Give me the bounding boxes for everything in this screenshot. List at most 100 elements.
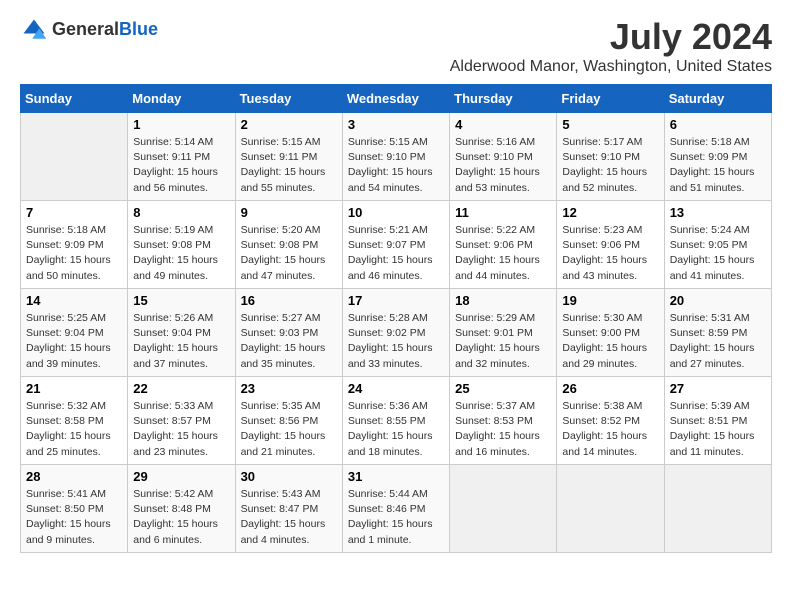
table-row: 20 Sunrise: 5:31 AMSunset: 8:59 PMDayligh… — [664, 289, 771, 377]
day-info: Sunrise: 5:31 AMSunset: 8:59 PMDaylight:… — [670, 311, 766, 372]
header-thursday: Thursday — [450, 85, 557, 113]
calendar-week-row: 1 Sunrise: 5:14 AMSunset: 9:11 PMDaylight… — [21, 113, 772, 201]
day-number: 10 — [348, 205, 444, 220]
logo-general-text: GeneralBlue — [52, 20, 158, 40]
day-number: 17 — [348, 293, 444, 308]
day-info: Sunrise: 5:27 AMSunset: 9:03 PMDaylight:… — [241, 311, 337, 372]
table-row: 28 Sunrise: 5:41 AMSunset: 8:50 PMDayligh… — [21, 465, 128, 553]
table-row: 11Sunrise: 5:22 AMSunset: 9:06 PMDayligh… — [450, 201, 557, 289]
day-info: Sunrise: 5:43 AMSunset: 8:47 PMDaylight:… — [241, 487, 337, 548]
table-row: 8Sunrise: 5:19 AMSunset: 9:08 PMDaylight… — [128, 201, 235, 289]
table-row: 22 Sunrise: 5:33 AMSunset: 8:57 PMDayligh… — [128, 377, 235, 465]
table-row: 18 Sunrise: 5:29 AMSunset: 9:01 PMDayligh… — [450, 289, 557, 377]
day-info: Sunrise: 5:36 AMSunset: 8:55 PMDaylight:… — [348, 399, 444, 460]
day-info: Sunrise: 5:38 AMSunset: 8:52 PMDaylight:… — [562, 399, 658, 460]
calendar-table: Sunday Monday Tuesday Wednesday Thursday… — [20, 84, 772, 553]
calendar-week-row: 14 Sunrise: 5:25 AMSunset: 9:04 PMDayligh… — [21, 289, 772, 377]
table-row: 19 Sunrise: 5:30 AMSunset: 9:00 PMDayligh… — [557, 289, 664, 377]
header-tuesday: Tuesday — [235, 85, 342, 113]
header-sunday: Sunday — [21, 85, 128, 113]
day-info: Sunrise: 5:15 AMSunset: 9:10 PMDaylight:… — [348, 135, 444, 196]
day-info: Sunrise: 5:24 AMSunset: 9:05 PMDaylight:… — [670, 223, 766, 284]
table-row — [21, 113, 128, 201]
day-number: 12 — [562, 205, 658, 220]
day-info: Sunrise: 5:14 AMSunset: 9:11 PMDaylight:… — [133, 135, 229, 196]
day-number: 27 — [670, 381, 766, 396]
day-number: 31 — [348, 469, 444, 484]
table-row: 9 Sunrise: 5:20 AMSunset: 9:08 PMDaylight… — [235, 201, 342, 289]
table-row: 21 Sunrise: 5:32 AMSunset: 8:58 PMDayligh… — [21, 377, 128, 465]
header-friday: Friday — [557, 85, 664, 113]
day-info: Sunrise: 5:44 AMSunset: 8:46 PMDaylight:… — [348, 487, 444, 548]
table-row: 12Sunrise: 5:23 AMSunset: 9:06 PMDayligh… — [557, 201, 664, 289]
day-info: Sunrise: 5:41 AMSunset: 8:50 PMDaylight:… — [26, 487, 122, 548]
table-row: 29 Sunrise: 5:42 AMSunset: 8:48 PMDayligh… — [128, 465, 235, 553]
day-info: Sunrise: 5:42 AMSunset: 8:48 PMDaylight:… — [133, 487, 229, 548]
table-row: 24 Sunrise: 5:36 AMSunset: 8:55 PMDayligh… — [342, 377, 449, 465]
day-number: 23 — [241, 381, 337, 396]
day-number: 15 — [133, 293, 229, 308]
day-info: Sunrise: 5:15 AMSunset: 9:11 PMDaylight:… — [241, 135, 337, 196]
day-info: Sunrise: 5:17 AMSunset: 9:10 PMDaylight:… — [562, 135, 658, 196]
day-number: 20 — [670, 293, 766, 308]
header-saturday: Saturday — [664, 85, 771, 113]
day-number: 5 — [562, 117, 658, 132]
table-row: 3 Sunrise: 5:15 AMSunset: 9:10 PMDaylight… — [342, 113, 449, 201]
table-row: 2 Sunrise: 5:15 AMSunset: 9:11 PMDaylight… — [235, 113, 342, 201]
day-number: 9 — [241, 205, 337, 220]
day-info: Sunrise: 5:25 AMSunset: 9:04 PMDaylight:… — [26, 311, 122, 372]
calendar-header-row: Sunday Monday Tuesday Wednesday Thursday… — [21, 85, 772, 113]
calendar-week-row: 21 Sunrise: 5:32 AMSunset: 8:58 PMDayligh… — [21, 377, 772, 465]
day-info: Sunrise: 5:21 AMSunset: 9:07 PMDaylight:… — [348, 223, 444, 284]
day-info: Sunrise: 5:28 AMSunset: 9:02 PMDaylight:… — [348, 311, 444, 372]
logo: GeneralBlue — [20, 16, 158, 44]
day-number: 1 — [133, 117, 229, 132]
table-row: 17 Sunrise: 5:28 AMSunset: 9:02 PMDayligh… — [342, 289, 449, 377]
day-info: Sunrise: 5:20 AMSunset: 9:08 PMDaylight:… — [241, 223, 337, 284]
day-number: 2 — [241, 117, 337, 132]
day-number: 24 — [348, 381, 444, 396]
day-info: Sunrise: 5:30 AMSunset: 9:00 PMDaylight:… — [562, 311, 658, 372]
day-number: 18 — [455, 293, 551, 308]
table-row: 26 Sunrise: 5:38 AMSunset: 8:52 PMDayligh… — [557, 377, 664, 465]
table-row: 7 Sunrise: 5:18 AMSunset: 9:09 PMDaylight… — [21, 201, 128, 289]
table-row: 30Sunrise: 5:43 AMSunset: 8:47 PMDayligh… — [235, 465, 342, 553]
day-info: Sunrise: 5:16 AMSunset: 9:10 PMDaylight:… — [455, 135, 551, 196]
day-number: 7 — [26, 205, 122, 220]
day-number: 4 — [455, 117, 551, 132]
table-row: 1 Sunrise: 5:14 AMSunset: 9:11 PMDaylight… — [128, 113, 235, 201]
location-subtitle: Alderwood Manor, Washington, United Stat… — [450, 58, 772, 76]
day-info: Sunrise: 5:26 AMSunset: 9:04 PMDaylight:… — [133, 311, 229, 372]
header-monday: Monday — [128, 85, 235, 113]
table-row — [557, 465, 664, 553]
day-number: 13 — [670, 205, 766, 220]
day-number: 22 — [133, 381, 229, 396]
day-number: 14 — [26, 293, 122, 308]
day-info: Sunrise: 5:18 AMSunset: 9:09 PMDaylight:… — [26, 223, 122, 284]
logo-icon — [20, 16, 48, 44]
day-number: 21 — [26, 381, 122, 396]
day-info: Sunrise: 5:29 AMSunset: 9:01 PMDaylight:… — [455, 311, 551, 372]
table-row: 15 Sunrise: 5:26 AMSunset: 9:04 PMDayligh… — [128, 289, 235, 377]
table-row: 23Sunrise: 5:35 AMSunset: 8:56 PMDayligh… — [235, 377, 342, 465]
day-number: 19 — [562, 293, 658, 308]
table-row: 5 Sunrise: 5:17 AMSunset: 9:10 PMDaylight… — [557, 113, 664, 201]
calendar-week-row: 28 Sunrise: 5:41 AMSunset: 8:50 PMDayligh… — [21, 465, 772, 553]
day-info: Sunrise: 5:39 AMSunset: 8:51 PMDaylight:… — [670, 399, 766, 460]
day-number: 26 — [562, 381, 658, 396]
day-number: 3 — [348, 117, 444, 132]
table-row: 13 Sunrise: 5:24 AMSunset: 9:05 PMDayligh… — [664, 201, 771, 289]
table-row: 14 Sunrise: 5:25 AMSunset: 9:04 PMDayligh… — [21, 289, 128, 377]
table-row — [664, 465, 771, 553]
day-number: 6 — [670, 117, 766, 132]
table-row: 31 Sunrise: 5:44 AMSunset: 8:46 PMDayligh… — [342, 465, 449, 553]
page-header: GeneralBlue July 2024 Alderwood Manor, W… — [20, 16, 772, 76]
table-row: 6 Sunrise: 5:18 AMSunset: 9:09 PMDaylight… — [664, 113, 771, 201]
day-info: Sunrise: 5:32 AMSunset: 8:58 PMDaylight:… — [26, 399, 122, 460]
day-number: 16 — [241, 293, 337, 308]
day-info: Sunrise: 5:33 AMSunset: 8:57 PMDaylight:… — [133, 399, 229, 460]
day-info: Sunrise: 5:18 AMSunset: 9:09 PMDaylight:… — [670, 135, 766, 196]
day-number: 29 — [133, 469, 229, 484]
day-number: 28 — [26, 469, 122, 484]
table-row: 27 Sunrise: 5:39 AMSunset: 8:51 PMDayligh… — [664, 377, 771, 465]
